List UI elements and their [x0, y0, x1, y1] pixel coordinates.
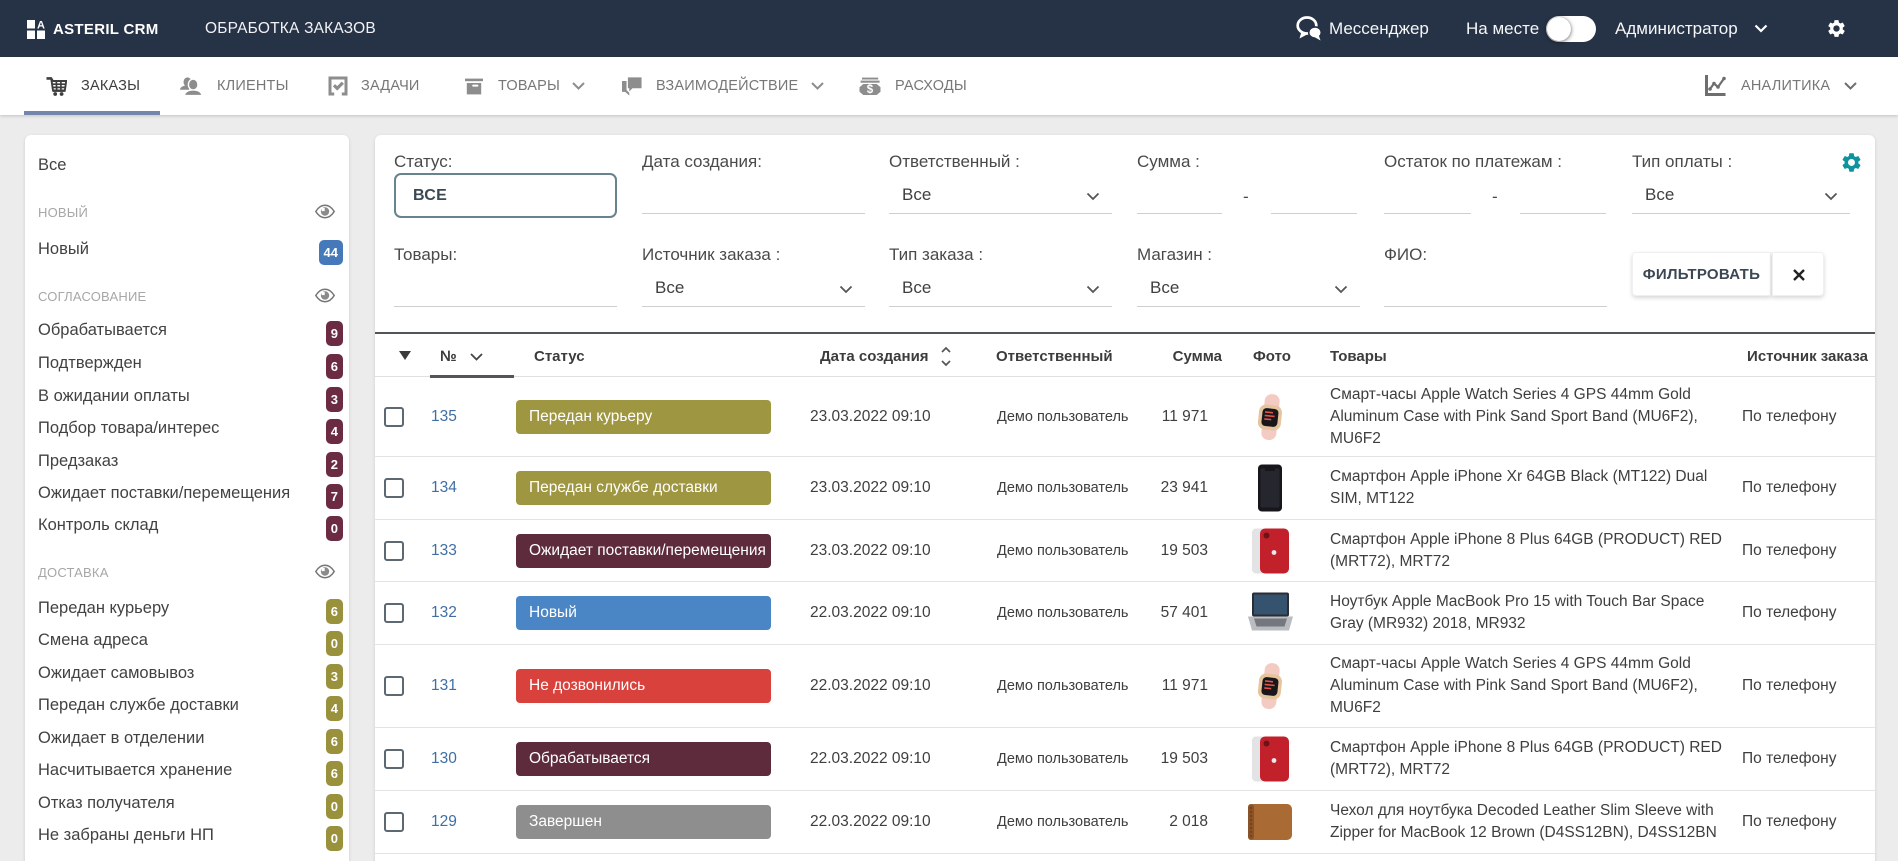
- svg-text:$: $: [867, 84, 874, 95]
- svg-text:A: A: [37, 20, 45, 32]
